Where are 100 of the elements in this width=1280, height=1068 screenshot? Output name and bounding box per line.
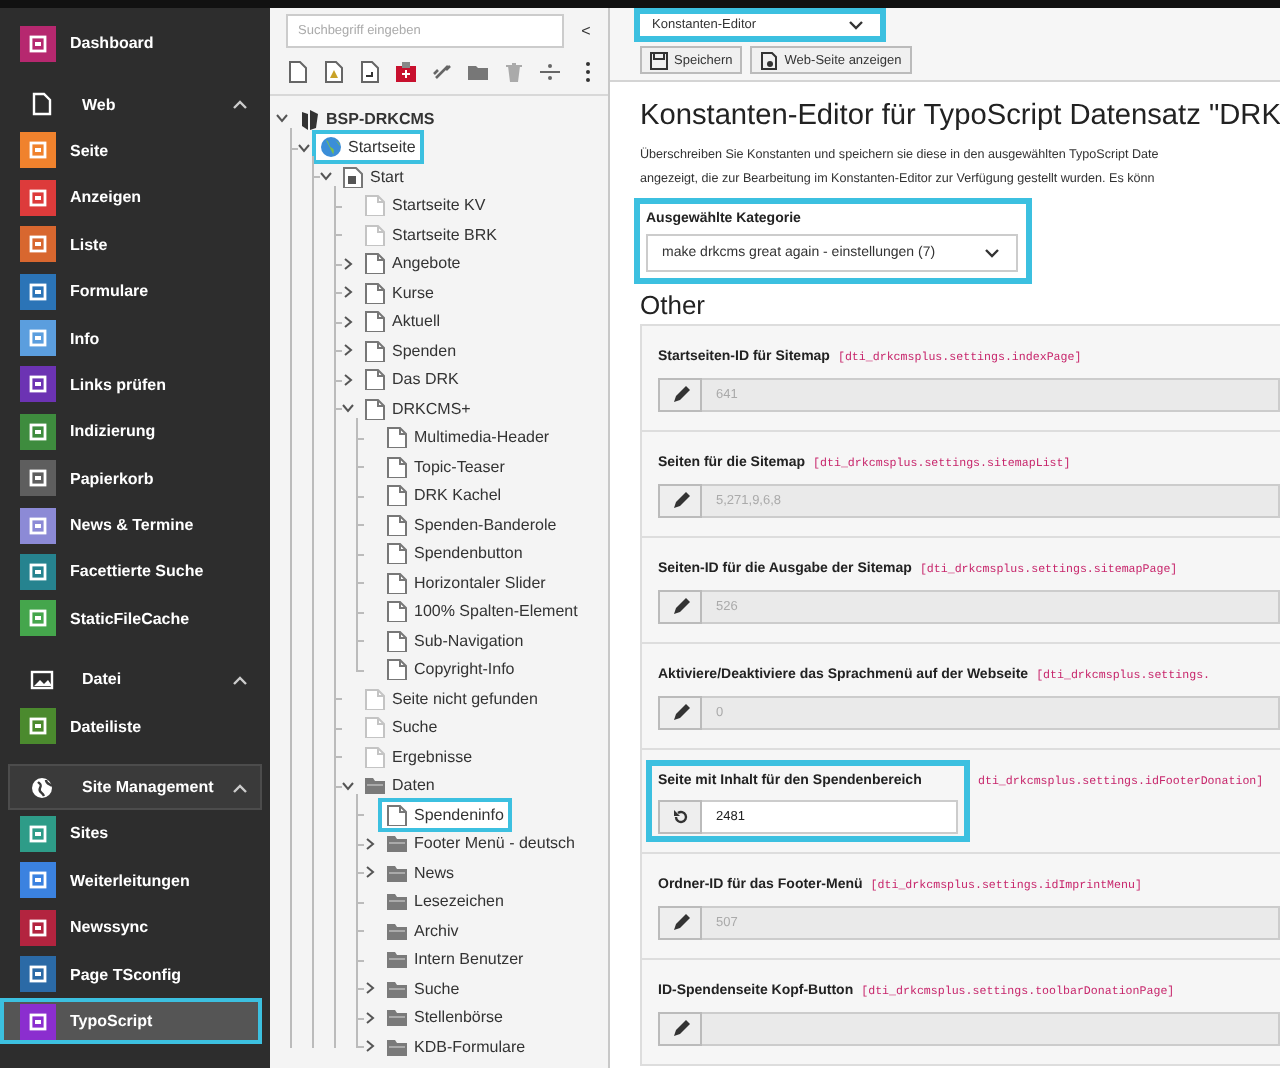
first-aid-icon[interactable] (394, 60, 418, 84)
module-item[interactable]: Facettierte Suche (0, 548, 262, 596)
chevron-icon[interactable] (340, 400, 356, 417)
tree-node[interactable]: Copyright-Info (378, 652, 523, 687)
module-item[interactable]: Seite (0, 127, 262, 175)
page-icon[interactable] (286, 60, 310, 84)
tree-node[interactable]: Das DRK (356, 362, 467, 397)
module-item[interactable]: Liste (0, 221, 262, 268)
chevron-icon[interactable] (340, 777, 356, 794)
chevron-icon[interactable] (340, 371, 356, 388)
tree-node[interactable]: Horizontaler Slider (378, 565, 554, 600)
tree-node[interactable]: Suche (356, 710, 446, 745)
divide-icon[interactable] (538, 60, 562, 84)
chevron-icon[interactable] (340, 284, 356, 301)
page-icon (342, 165, 364, 188)
tree-node[interactable]: Startseite BRK (356, 217, 505, 252)
tree-node[interactable]: Spenden (356, 333, 465, 368)
caret-icon (232, 781, 248, 794)
page-warning-icon[interactable] (322, 60, 346, 84)
tree-node[interactable]: Ergebnisse (356, 739, 481, 774)
image-icon (30, 667, 54, 692)
tree-node[interactable]: KDB-Formulare (378, 1029, 534, 1064)
pencil-icon (671, 386, 689, 404)
tree-node[interactable]: Seite nicht gefunden (356, 681, 546, 716)
folder-icon (386, 948, 408, 971)
chevron-icon[interactable] (296, 139, 312, 156)
module-item[interactable]: Sites (0, 810, 262, 858)
tree-node[interactable]: Angebote (356, 246, 469, 281)
tree-node[interactable]: Daten (356, 768, 443, 803)
module-item[interactable]: StaticFileCache (0, 595, 262, 643)
page-icon (386, 629, 408, 652)
link-icon[interactable] (430, 60, 454, 84)
module-item[interactable]: Newssync (0, 904, 262, 951)
module-item[interactable]: Info (0, 314, 262, 362)
chevron-icon[interactable] (362, 1038, 378, 1055)
tree-node[interactable]: Intern Benutzer (378, 942, 532, 977)
module-item[interactable]: News & Termine (0, 501, 262, 549)
chevron-icon[interactable] (318, 168, 334, 185)
tree-node[interactable]: Multimedia-Header (378, 420, 558, 455)
tree-node[interactable]: DRKCMS+ (356, 391, 479, 426)
value-field[interactable] (702, 1012, 1280, 1046)
pencil-icon (671, 1020, 689, 1038)
module-item[interactable]: Papierkorb (0, 455, 262, 502)
edit-button[interactable] (658, 484, 702, 518)
section-header[interactable]: Datei (8, 656, 262, 703)
module-item[interactable]: Links prüfen (0, 361, 262, 409)
page-icon (364, 310, 386, 333)
tree-node[interactable]: DRK Kachel (378, 478, 510, 513)
module-item[interactable]: Weiterleitungen (0, 857, 262, 905)
page-arrow-icon[interactable] (358, 60, 382, 84)
tree-node[interactable]: Spenden-Banderole (378, 507, 565, 542)
tree-node[interactable]: Spendeninfo (378, 797, 512, 832)
tree-node[interactable]: Footer Menü - deutsch (378, 826, 583, 861)
module-item[interactable]: Formulare (0, 267, 262, 315)
tree-node[interactable]: 100% Spalten-Element (378, 594, 586, 629)
chevron-icon[interactable] (362, 1009, 378, 1026)
section-header[interactable]: Site Management (8, 763, 262, 811)
edit-button[interactable] (658, 1012, 702, 1046)
tree-node[interactable]: Stellenbörse (378, 1000, 511, 1035)
module-item[interactable]: Anzeigen (0, 174, 262, 222)
tree-node[interactable]: Startseite KV (356, 188, 494, 223)
tree-node[interactable]: Spendenbutton (378, 536, 531, 571)
section-header[interactable]: Web (8, 80, 262, 128)
pencil-icon (671, 598, 689, 616)
chevron-icon[interactable] (362, 864, 378, 881)
tree-node[interactable]: Archiv (378, 913, 467, 948)
folder-icon (364, 774, 386, 797)
tree-node[interactable]: Kurse (356, 275, 442, 310)
more-icon[interactable] (584, 60, 592, 84)
tree-node[interactable]: Lesezeichen (378, 884, 512, 919)
reset-button[interactable] (658, 800, 702, 834)
chevron-icon[interactable] (362, 980, 378, 997)
tree-node[interactable]: Start (334, 159, 412, 194)
chevron-icon[interactable] (340, 342, 356, 359)
tree-node[interactable]: Topic-Teaser (378, 449, 513, 484)
chevron-icon[interactable] (340, 313, 356, 330)
page-icon (364, 194, 386, 217)
edit-button[interactable] (658, 696, 702, 730)
caret-icon (848, 19, 864, 31)
caret-icon (984, 247, 1000, 259)
module-item[interactable]: Dashboard (0, 20, 262, 67)
tree-node[interactable]: BSP-DRKCMS (290, 101, 443, 136)
chevron-icon[interactable] (362, 835, 378, 852)
chevron-icon[interactable] (274, 110, 290, 127)
chevron-icon[interactable] (340, 255, 356, 272)
module-item[interactable]: Dateiliste (0, 702, 262, 750)
collapse-button[interactable]: < (572, 22, 600, 40)
module-item[interactable]: TypoScript (0, 997, 262, 1045)
edit-button[interactable] (658, 378, 702, 412)
edit-button[interactable] (658, 590, 702, 624)
folder-icon[interactable] (466, 60, 490, 84)
tree-node[interactable]: Sub-Navigation (378, 623, 532, 658)
page-heading: Konstanten-Editor für TypoScript Datensatz "DRK (640, 100, 1280, 132)
module-item[interactable]: Indizierung (0, 408, 262, 456)
tree-node[interactable]: Suche (378, 971, 468, 1006)
edit-button[interactable] (658, 906, 702, 940)
tree-node[interactable]: News (378, 855, 463, 890)
module-item[interactable]: Page TSconfig (0, 950, 262, 998)
tree-node[interactable]: Aktuell (356, 304, 449, 339)
globe-icon (30, 775, 54, 800)
